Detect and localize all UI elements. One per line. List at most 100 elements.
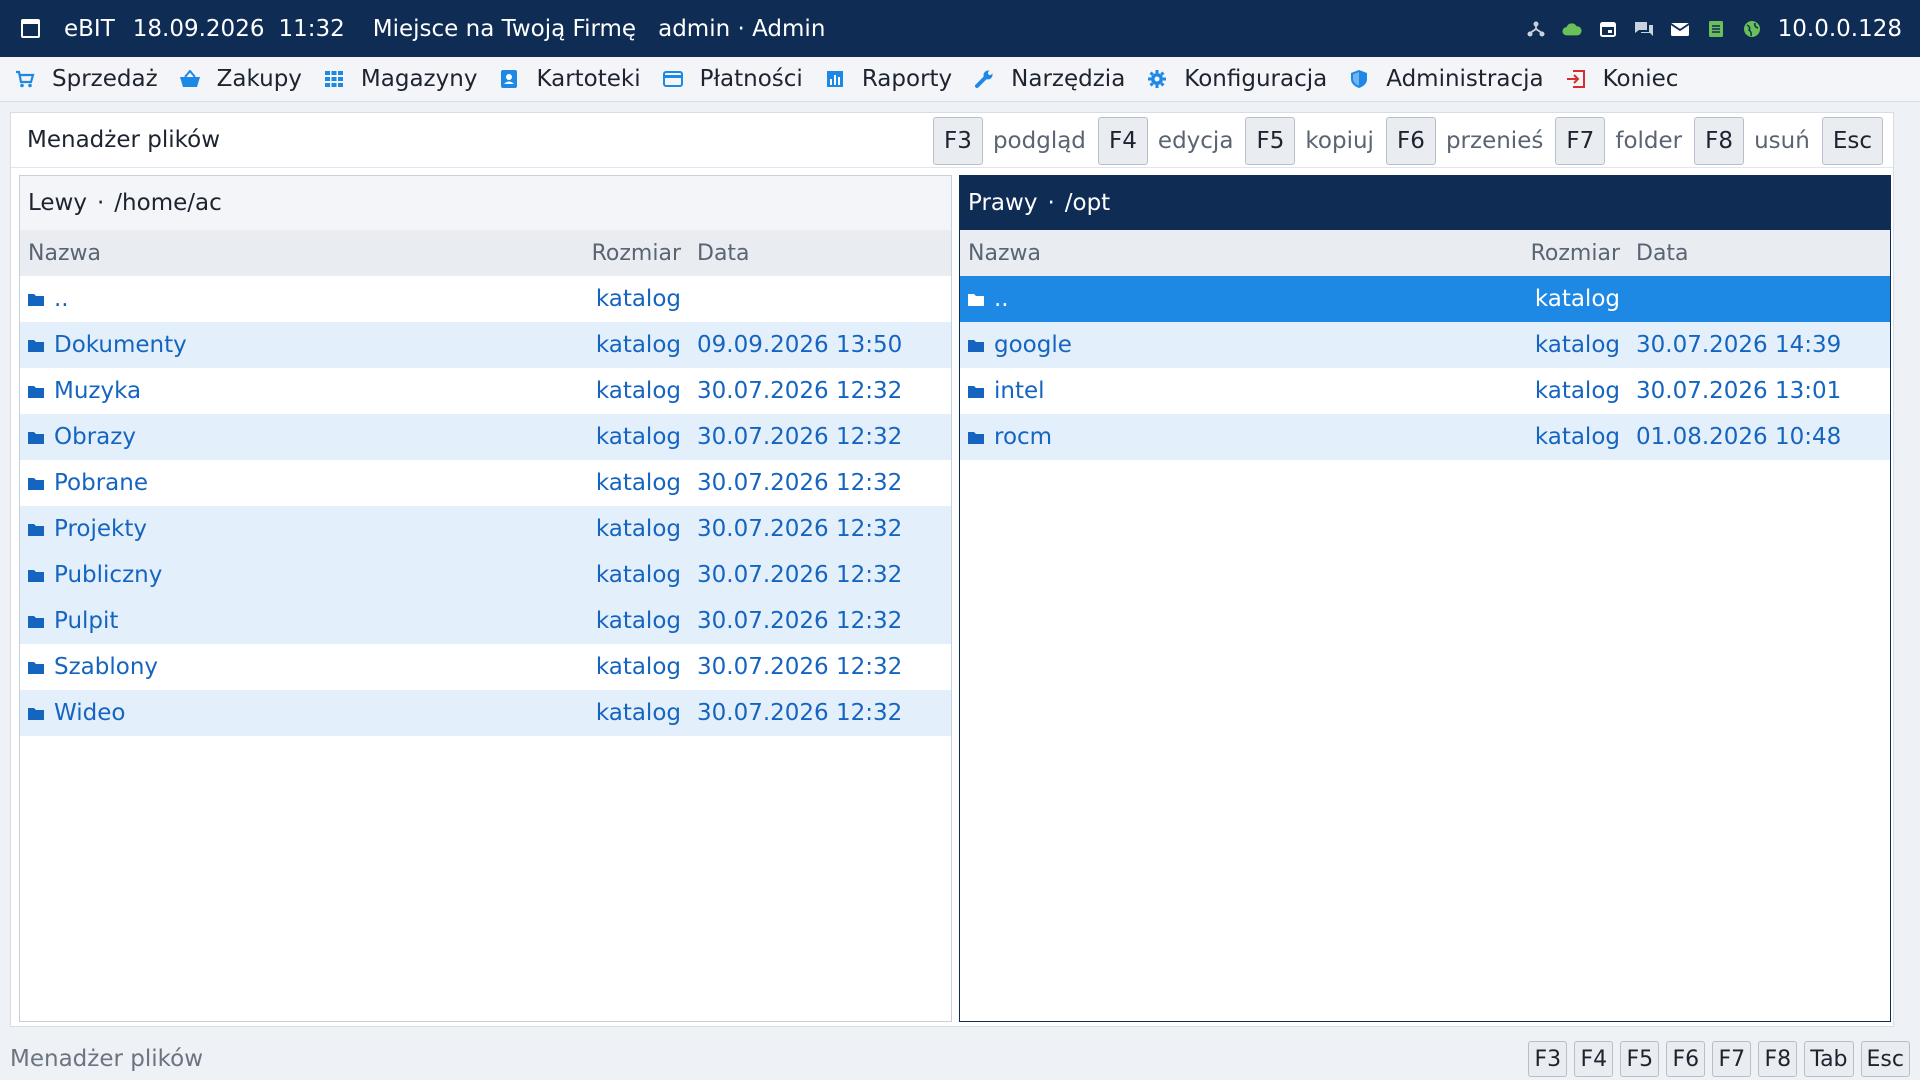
menu-label: Konfiguracja bbox=[1184, 66, 1328, 92]
f4-button[interactable]: F4 bbox=[1097, 117, 1148, 165]
file-size: katalog bbox=[595, 654, 681, 680]
file-row[interactable]: Pobrane katalog 30.07.2026 12:32 bbox=[20, 460, 951, 506]
function-key-bar: F3 podgląd F4 edycja F5 kopiuj F6 przeni… bbox=[932, 117, 1883, 165]
status-f8-button[interactable]: F8 bbox=[1758, 1041, 1798, 1077]
file-size: katalog bbox=[595, 700, 681, 726]
file-name: rocm bbox=[967, 424, 1052, 450]
pane-path: /opt bbox=[1064, 190, 1111, 216]
menu-sprzedaz[interactable]: Sprzedaż bbox=[14, 66, 158, 92]
f5-button[interactable]: F5 bbox=[1245, 117, 1296, 165]
file-name-text: .. bbox=[54, 286, 69, 312]
menu-narzedzia[interactable]: Narzędzia bbox=[973, 66, 1125, 92]
file-row[interactable]: Pulpit katalog 30.07.2026 12:32 bbox=[20, 598, 951, 644]
column-name[interactable]: Nazwa bbox=[968, 241, 1041, 266]
file-size: katalog bbox=[595, 562, 681, 588]
column-size[interactable]: Rozmiar bbox=[592, 241, 681, 266]
column-date[interactable]: Data bbox=[1636, 241, 1689, 266]
pane-label: Lewy bbox=[28, 190, 87, 216]
column-headers: Nazwa Rozmiar Data bbox=[20, 230, 951, 276]
f3-button[interactable]: F3 bbox=[932, 117, 983, 165]
file-row[interactable]: Dokumenty katalog 09.09.2026 13:50 bbox=[20, 322, 951, 368]
file-row[interactable]: rocm katalog 01.08.2026 10:48 bbox=[960, 414, 1890, 460]
menu-magazyny[interactable]: Magazyny bbox=[323, 66, 478, 92]
calendar-icon bbox=[21, 19, 40, 38]
file-name-text: Wideo bbox=[54, 700, 126, 726]
folder-icon bbox=[27, 476, 45, 491]
file-date: 09.09.2026 13:50 bbox=[697, 332, 903, 358]
menu-raporty[interactable]: Raporty bbox=[824, 66, 952, 92]
file-date: 30.07.2026 12:32 bbox=[697, 700, 903, 726]
column-date[interactable]: Data bbox=[697, 241, 750, 266]
menu-label: Administracja bbox=[1386, 66, 1544, 92]
file-name-text: google bbox=[994, 332, 1072, 358]
file-date: 30.07.2026 12:32 bbox=[697, 516, 903, 542]
file-row[interactable]: google katalog 30.07.2026 14:39 bbox=[960, 322, 1890, 368]
menu-platnosci[interactable]: Płatności bbox=[662, 66, 803, 92]
notes-icon[interactable] bbox=[1706, 19, 1726, 39]
file-row[interactable]: Muzyka katalog 30.07.2026 12:32 bbox=[20, 368, 951, 414]
contact-card-icon bbox=[498, 68, 520, 90]
menu-administracja[interactable]: Administracja bbox=[1348, 66, 1544, 92]
file-name: Muzyka bbox=[27, 378, 141, 404]
f6-button[interactable]: F6 bbox=[1385, 117, 1436, 165]
company-name: Miejsce na Twoją Firmę bbox=[372, 15, 637, 42]
file-row[interactable]: intel katalog 30.07.2026 13:01 bbox=[960, 368, 1890, 414]
column-size[interactable]: Rozmiar bbox=[1531, 241, 1620, 266]
network-icon[interactable] bbox=[1526, 19, 1546, 39]
file-name-text: Pobrane bbox=[54, 470, 148, 496]
pane-path: /home/ac bbox=[114, 190, 222, 216]
globe-icon[interactable] bbox=[1742, 19, 1762, 39]
column-name[interactable]: Nazwa bbox=[28, 241, 101, 266]
status-tab-button[interactable]: Tab bbox=[1804, 1041, 1854, 1077]
esc-button[interactable]: Esc bbox=[1821, 117, 1883, 165]
status-esc-button[interactable]: Esc bbox=[1860, 1041, 1910, 1077]
menu-label: Magazyny bbox=[360, 66, 478, 92]
bar-chart-icon bbox=[824, 68, 846, 90]
cloud-icon[interactable] bbox=[1562, 19, 1582, 39]
status-f4-button[interactable]: F4 bbox=[1574, 1041, 1614, 1077]
mail-icon[interactable] bbox=[1670, 19, 1690, 39]
folder-icon bbox=[967, 384, 985, 399]
menu-konfiguracja[interactable]: Konfiguracja bbox=[1146, 66, 1327, 92]
file-row[interactable]: Wideo katalog 30.07.2026 12:32 bbox=[20, 690, 951, 736]
file-date: 30.07.2026 12:32 bbox=[697, 378, 903, 404]
f7-button[interactable]: F7 bbox=[1555, 117, 1606, 165]
f3-label: podgląd bbox=[992, 128, 1086, 154]
file-row-selected[interactable]: .. katalog bbox=[960, 276, 1890, 322]
file-size: katalog bbox=[595, 424, 681, 450]
file-row[interactable]: Obrazy katalog 30.07.2026 12:32 bbox=[20, 414, 951, 460]
status-f5-button[interactable]: F5 bbox=[1620, 1041, 1660, 1077]
file-size: katalog bbox=[595, 470, 681, 496]
path-separator: · bbox=[1047, 190, 1055, 216]
f8-button[interactable]: F8 bbox=[1694, 117, 1745, 165]
cart-icon bbox=[14, 68, 36, 90]
file-date: 30.07.2026 12:32 bbox=[697, 608, 903, 634]
left-pane[interactable]: Lewy · /home/ac Nazwa Rozmiar Data .. kat… bbox=[19, 175, 952, 1022]
file-name: Obrazy bbox=[27, 424, 136, 450]
file-name: Publiczny bbox=[27, 562, 162, 588]
file-date: 30.07.2026 13:01 bbox=[1636, 378, 1842, 404]
status-f3-button[interactable]: F3 bbox=[1528, 1041, 1568, 1077]
file-row[interactable]: Projekty katalog 30.07.2026 12:32 bbox=[20, 506, 951, 552]
menu-koniec[interactable]: Koniec bbox=[1565, 66, 1678, 92]
status-f7-button[interactable]: F7 bbox=[1712, 1041, 1752, 1077]
file-row[interactable]: Szablony katalog 30.07.2026 12:32 bbox=[20, 644, 951, 690]
calendar-icon[interactable] bbox=[1598, 19, 1618, 39]
menu-label: Kartoteki bbox=[536, 66, 641, 92]
app-name: eBIT bbox=[64, 15, 115, 42]
f6-label: przenieś bbox=[1445, 128, 1544, 154]
file-date: 30.07.2026 14:39 bbox=[1636, 332, 1842, 358]
file-date: 30.07.2026 12:32 bbox=[697, 562, 903, 588]
file-row[interactable]: Publiczny katalog 30.07.2026 12:32 bbox=[20, 552, 951, 598]
title-bar: eBIT 18.09.2026 11:32 Miejsce na Twoją F… bbox=[0, 0, 1920, 57]
menu-kartoteki[interactable]: Kartoteki bbox=[498, 66, 641, 92]
right-pane[interactable]: Prawy · /opt Nazwa Rozmiar Data .. katalo… bbox=[959, 175, 1891, 1022]
menu-zakupy[interactable]: Zakupy bbox=[179, 66, 302, 92]
chat-icon[interactable] bbox=[1634, 19, 1654, 39]
file-row[interactable]: .. katalog bbox=[20, 276, 951, 322]
basket-icon bbox=[179, 68, 201, 90]
file-date: 30.07.2026 12:32 bbox=[697, 654, 903, 680]
current-time: 11:32 bbox=[278, 15, 345, 42]
file-name-text: Muzyka bbox=[54, 378, 142, 404]
status-f6-button[interactable]: F6 bbox=[1666, 1041, 1706, 1077]
